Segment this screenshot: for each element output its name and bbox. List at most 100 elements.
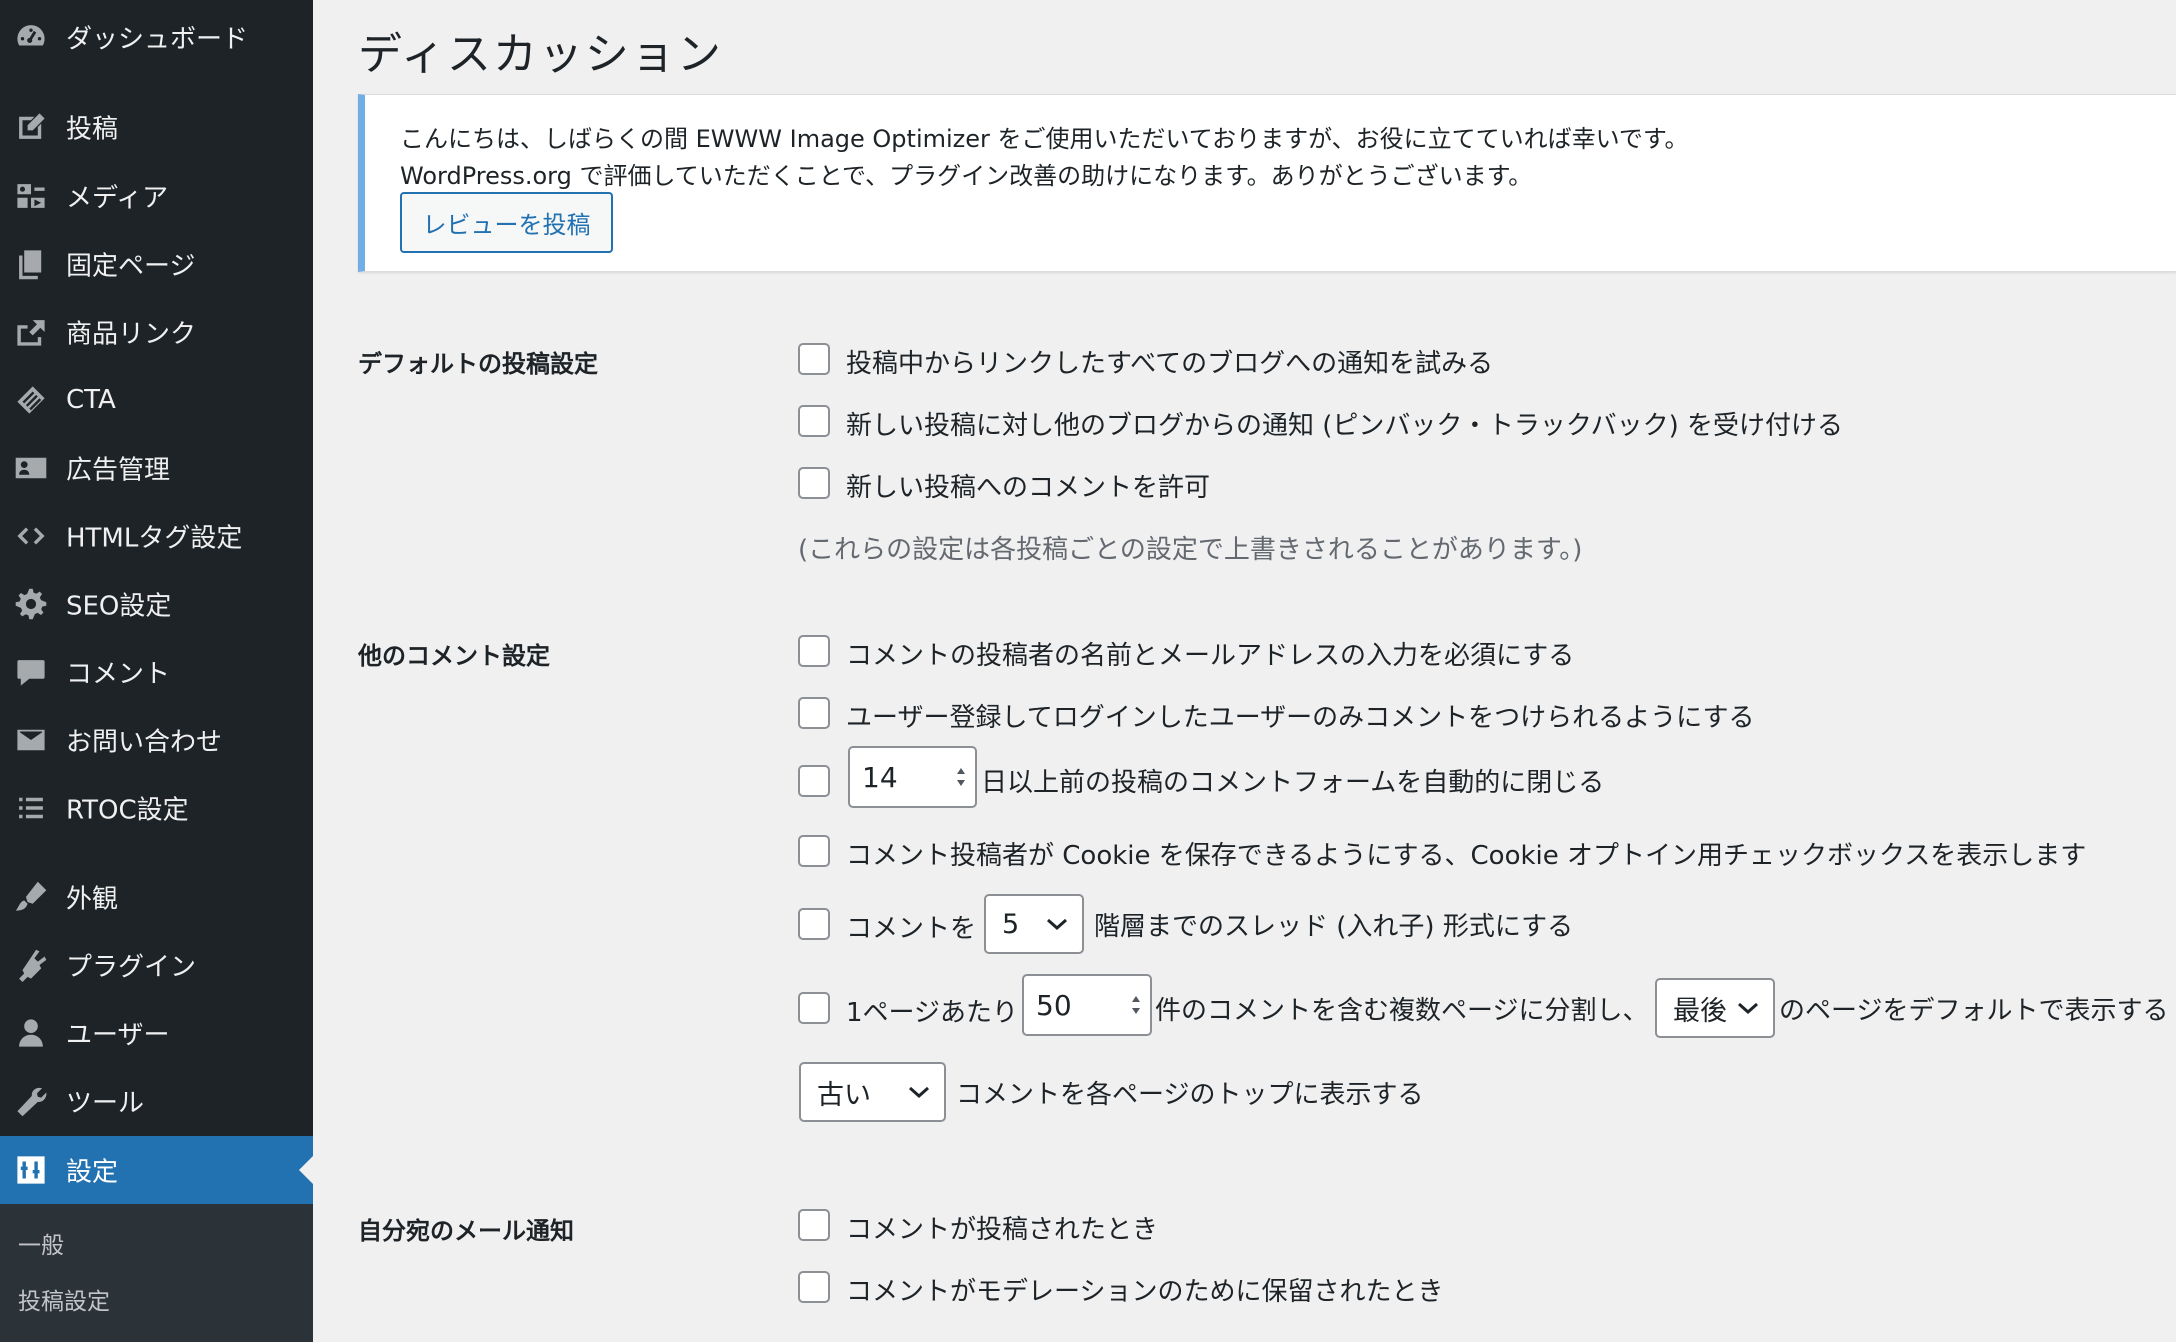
sidebar-item-label: ツール (66, 1088, 145, 1119)
sidebar-item-label: お問い合わせ (66, 727, 223, 758)
option-cookie-optin: コメント投稿者が Cookie を保存できるようにする、Cookie オプトイン… (846, 841, 2087, 871)
chevron-down-icon (1047, 918, 1067, 931)
comment-order-text: コメントを各ページのトップに表示する (956, 1080, 1424, 1110)
section-label-email-notify: 自分宛のメール通知 (358, 1217, 574, 1245)
checkbox-allow-pingbacks[interactable] (798, 405, 830, 437)
page-suffix-text: のページをデフォルトで表示する (1779, 996, 2169, 1026)
admin-sidebar: ダッシュボード 投稿 メディア 固定ページ 商品リンク CTA 広告管理 HTM… (0, 0, 313, 1342)
plugin-icon (14, 948, 48, 982)
sidebar-item-comments[interactable]: コメント (0, 644, 313, 700)
comments-per-page-input[interactable]: 50 (1022, 974, 1152, 1036)
option-allow-pingbacks: 新しい投稿に対し他のブログからの通知 (ピンバック・トラックバック) を受け付け… (846, 411, 1843, 441)
sidebar-item-label: ダッシュボード (66, 24, 249, 55)
page-middle-text: 件のコメントを含む複数ページに分割し、 (1155, 996, 1649, 1026)
sidebar-item-tools[interactable]: ツール (0, 1073, 313, 1129)
submenu-item-general[interactable]: 一般 (18, 1226, 64, 1260)
checkbox-require-name-email[interactable] (798, 635, 830, 667)
thread-depth-value: 5 (1002, 908, 1020, 940)
product-link-icon (14, 315, 48, 349)
checkbox-paginate-comments[interactable] (798, 992, 830, 1024)
sidebar-item-label: プラグイン (66, 952, 197, 983)
user-icon (14, 1016, 48, 1050)
sidebar-item-media[interactable]: メディア (0, 168, 313, 224)
comment-order-value: 古い (817, 1079, 871, 1111)
page-icon (14, 247, 48, 281)
sidebar-item-html-tags[interactable]: HTMLタグ設定 (0, 508, 313, 564)
checkbox-allow-comments[interactable] (798, 467, 830, 499)
code-icon (14, 519, 48, 553)
checkbox-notify-linked-blogs[interactable] (798, 343, 830, 375)
sidebar-item-appearance[interactable]: 外観 (0, 869, 313, 925)
sidebar-item-contact[interactable]: お問い合わせ (0, 712, 313, 768)
option-notify-linked-blogs: 投稿中からリンクしたすべてのブログへの通知を試みる (846, 349, 1494, 379)
close-days-value: 14 (862, 760, 898, 794)
comment-order-select[interactable]: 古い (799, 1062, 946, 1122)
checkbox-notify-on-moderation[interactable] (798, 1271, 830, 1303)
section-label-default-post: デフォルトの投稿設定 (358, 350, 598, 378)
ad-icon (14, 451, 48, 485)
sidebar-item-label: SEO設定 (66, 591, 172, 622)
dashboard-icon (14, 20, 48, 54)
chevron-down-icon (909, 1086, 929, 1099)
checkbox-thread-comments[interactable] (798, 908, 830, 940)
sidebar-item-label: HTMLタグ設定 (66, 523, 243, 554)
checkbox-notify-on-comment[interactable] (798, 1209, 830, 1241)
sidebar-item-label: RTOC設定 (66, 795, 189, 826)
sidebar-item-posts[interactable]: 投稿 (0, 99, 313, 155)
checkbox-cookie-optin[interactable] (798, 835, 830, 867)
sidebar-item-label: 設定 (66, 1157, 119, 1188)
submenu-item-writing[interactable]: 投稿設定 (18, 1282, 110, 1316)
spinner-icon[interactable] (1130, 994, 1142, 1016)
sidebar-item-cta[interactable]: CTA (0, 372, 313, 428)
checkbox-registered-only[interactable] (798, 697, 830, 729)
sidebar-item-settings[interactable]: 設定 (0, 1136, 313, 1204)
default-page-select[interactable]: 最後 (1655, 978, 1775, 1038)
sidebar-item-plugins[interactable]: プラグイン (0, 937, 313, 993)
option-require-name-email: コメントの投稿者の名前とメールアドレスの入力を必須にする (846, 641, 1575, 671)
option-notify-on-comment: コメントが投稿されたとき (846, 1215, 1159, 1245)
active-indicator (299, 1156, 313, 1184)
thread-suffix-text: 階層までのスレッド (入れ子) 形式にする (1094, 912, 1574, 942)
post-review-button[interactable]: レビューを投稿 (400, 192, 613, 253)
option-allow-comments: 新しい投稿へのコメントを許可 (846, 473, 1211, 503)
review-notice: こんにちは、しばらくの間 EWWW Image Optimizer をご使用いた… (358, 94, 2176, 272)
settings-submenu: 一般 投稿設定 (0, 1204, 313, 1342)
thread-depth-select[interactable]: 5 (984, 894, 1084, 954)
default-post-hint: (これらの設定は各投稿ごとの設定で上書きされることがあります。) (798, 535, 1583, 565)
chevron-down-icon (1738, 1002, 1758, 1015)
wrench-icon (14, 1084, 48, 1118)
sidebar-item-pages[interactable]: 固定ページ (0, 236, 313, 292)
settings-icon (14, 1153, 48, 1187)
checkbox-close-comments[interactable] (798, 765, 830, 797)
media-icon (14, 179, 48, 213)
option-notify-on-moderation: コメントがモデレーションのために保留されたとき (846, 1277, 1444, 1307)
sidebar-item-users[interactable]: ユーザー (0, 1005, 313, 1061)
spinner-icon[interactable] (955, 766, 967, 788)
page-title: ディスカッション (358, 29, 723, 80)
post-icon (14, 110, 48, 144)
option-close-comments: 日以上前の投稿のコメントフォームを自動的に閉じる (981, 768, 1605, 798)
notice-text-line2: WordPress.org で評価していただくことで、プラグイン改善の助けになり… (400, 162, 1533, 190)
sidebar-item-label: 広告管理 (66, 455, 171, 486)
mail-icon (14, 723, 48, 757)
sidebar-item-label: CTA (66, 385, 116, 415)
sidebar-item-label: 投稿 (66, 114, 119, 145)
close-days-input[interactable]: 14 (848, 746, 977, 808)
sidebar-item-label: コメント (66, 659, 171, 690)
page-prefix-text: 1ページあたり (846, 998, 1019, 1028)
sidebar-item-product-links[interactable]: 商品リンク (0, 304, 313, 360)
sidebar-item-label: メディア (66, 183, 169, 214)
sidebar-item-label: 商品リンク (66, 319, 197, 350)
section-label-other-comments: 他のコメント設定 (358, 642, 550, 670)
sidebar-item-seo[interactable]: SEO設定 (0, 576, 313, 632)
gear-icon (14, 587, 48, 621)
sidebar-item-dashboard[interactable]: ダッシュボード (0, 9, 313, 65)
thread-prefix-text: コメントを (846, 914, 977, 944)
cta-icon (14, 383, 48, 417)
sidebar-item-rtoc[interactable]: RTOC設定 (0, 780, 313, 836)
sidebar-item-label: 外観 (66, 884, 119, 915)
sidebar-item-label: ユーザー (66, 1020, 170, 1051)
option-registered-only: ユーザー登録してログインしたユーザーのみコメントをつけられるようにする (846, 703, 1755, 733)
sidebar-item-ads[interactable]: 広告管理 (0, 440, 313, 496)
appearance-icon (14, 880, 48, 914)
